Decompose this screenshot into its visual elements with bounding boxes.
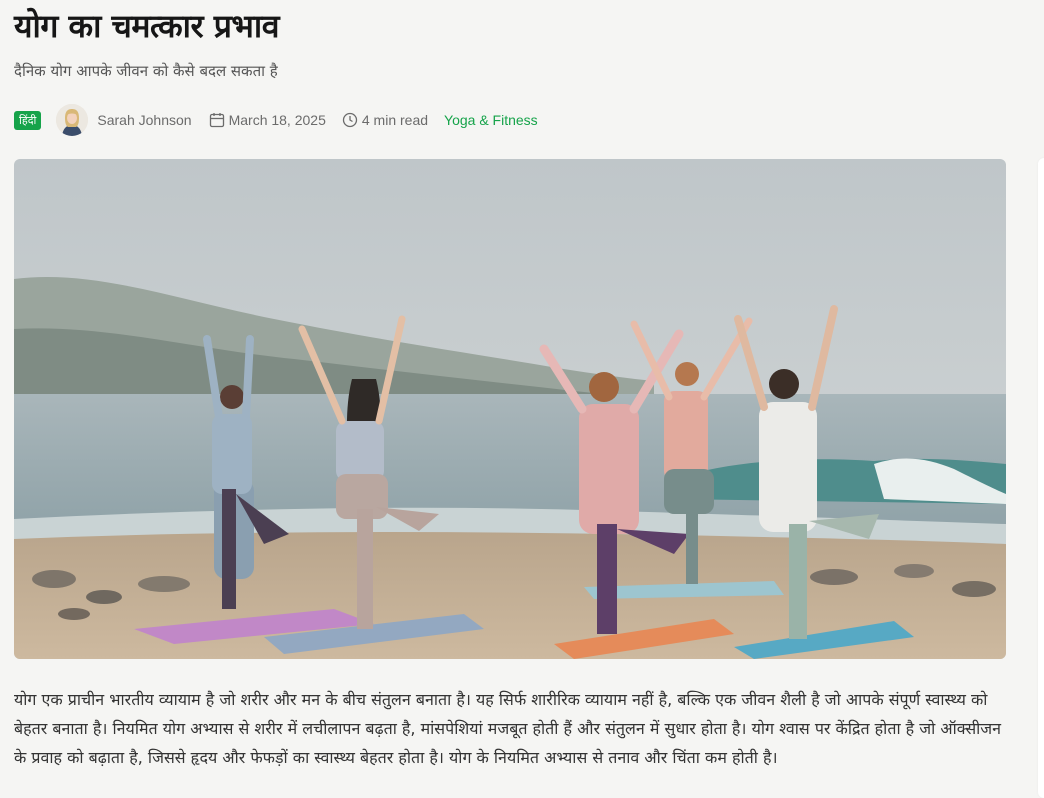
article-meta: हिंदी Sarah Johnson March 18, 2025 4 min… — [14, 102, 1014, 138]
calendar-icon — [209, 112, 225, 128]
article-title: योग का चमत्कार प्रभाव — [14, 7, 279, 45]
article-subtitle: दैनिक योग आपके जीवन को कैसे बदल सकता है — [14, 62, 278, 80]
language-badge[interactable]: हिंदी — [14, 110, 42, 130]
read-time: 4 min read — [361, 112, 429, 128]
sidebar-card — [1038, 158, 1044, 798]
clock-icon — [342, 112, 358, 128]
hero-image — [14, 159, 1006, 659]
author-name[interactable]: Sarah Johnson — [97, 112, 191, 128]
article-body: योग एक प्राचीन भारतीय व्यायाम है जो शरीर… — [14, 690, 1002, 767]
publish-date: March 18, 2025 — [228, 112, 326, 128]
article: योग का चमत्कार प्रभाव दैनिक योग आपके जीव… — [14, 0, 1014, 772]
category-link[interactable]: Yoga & Fitness — [444, 112, 538, 128]
author-avatar[interactable] — [56, 104, 89, 136]
